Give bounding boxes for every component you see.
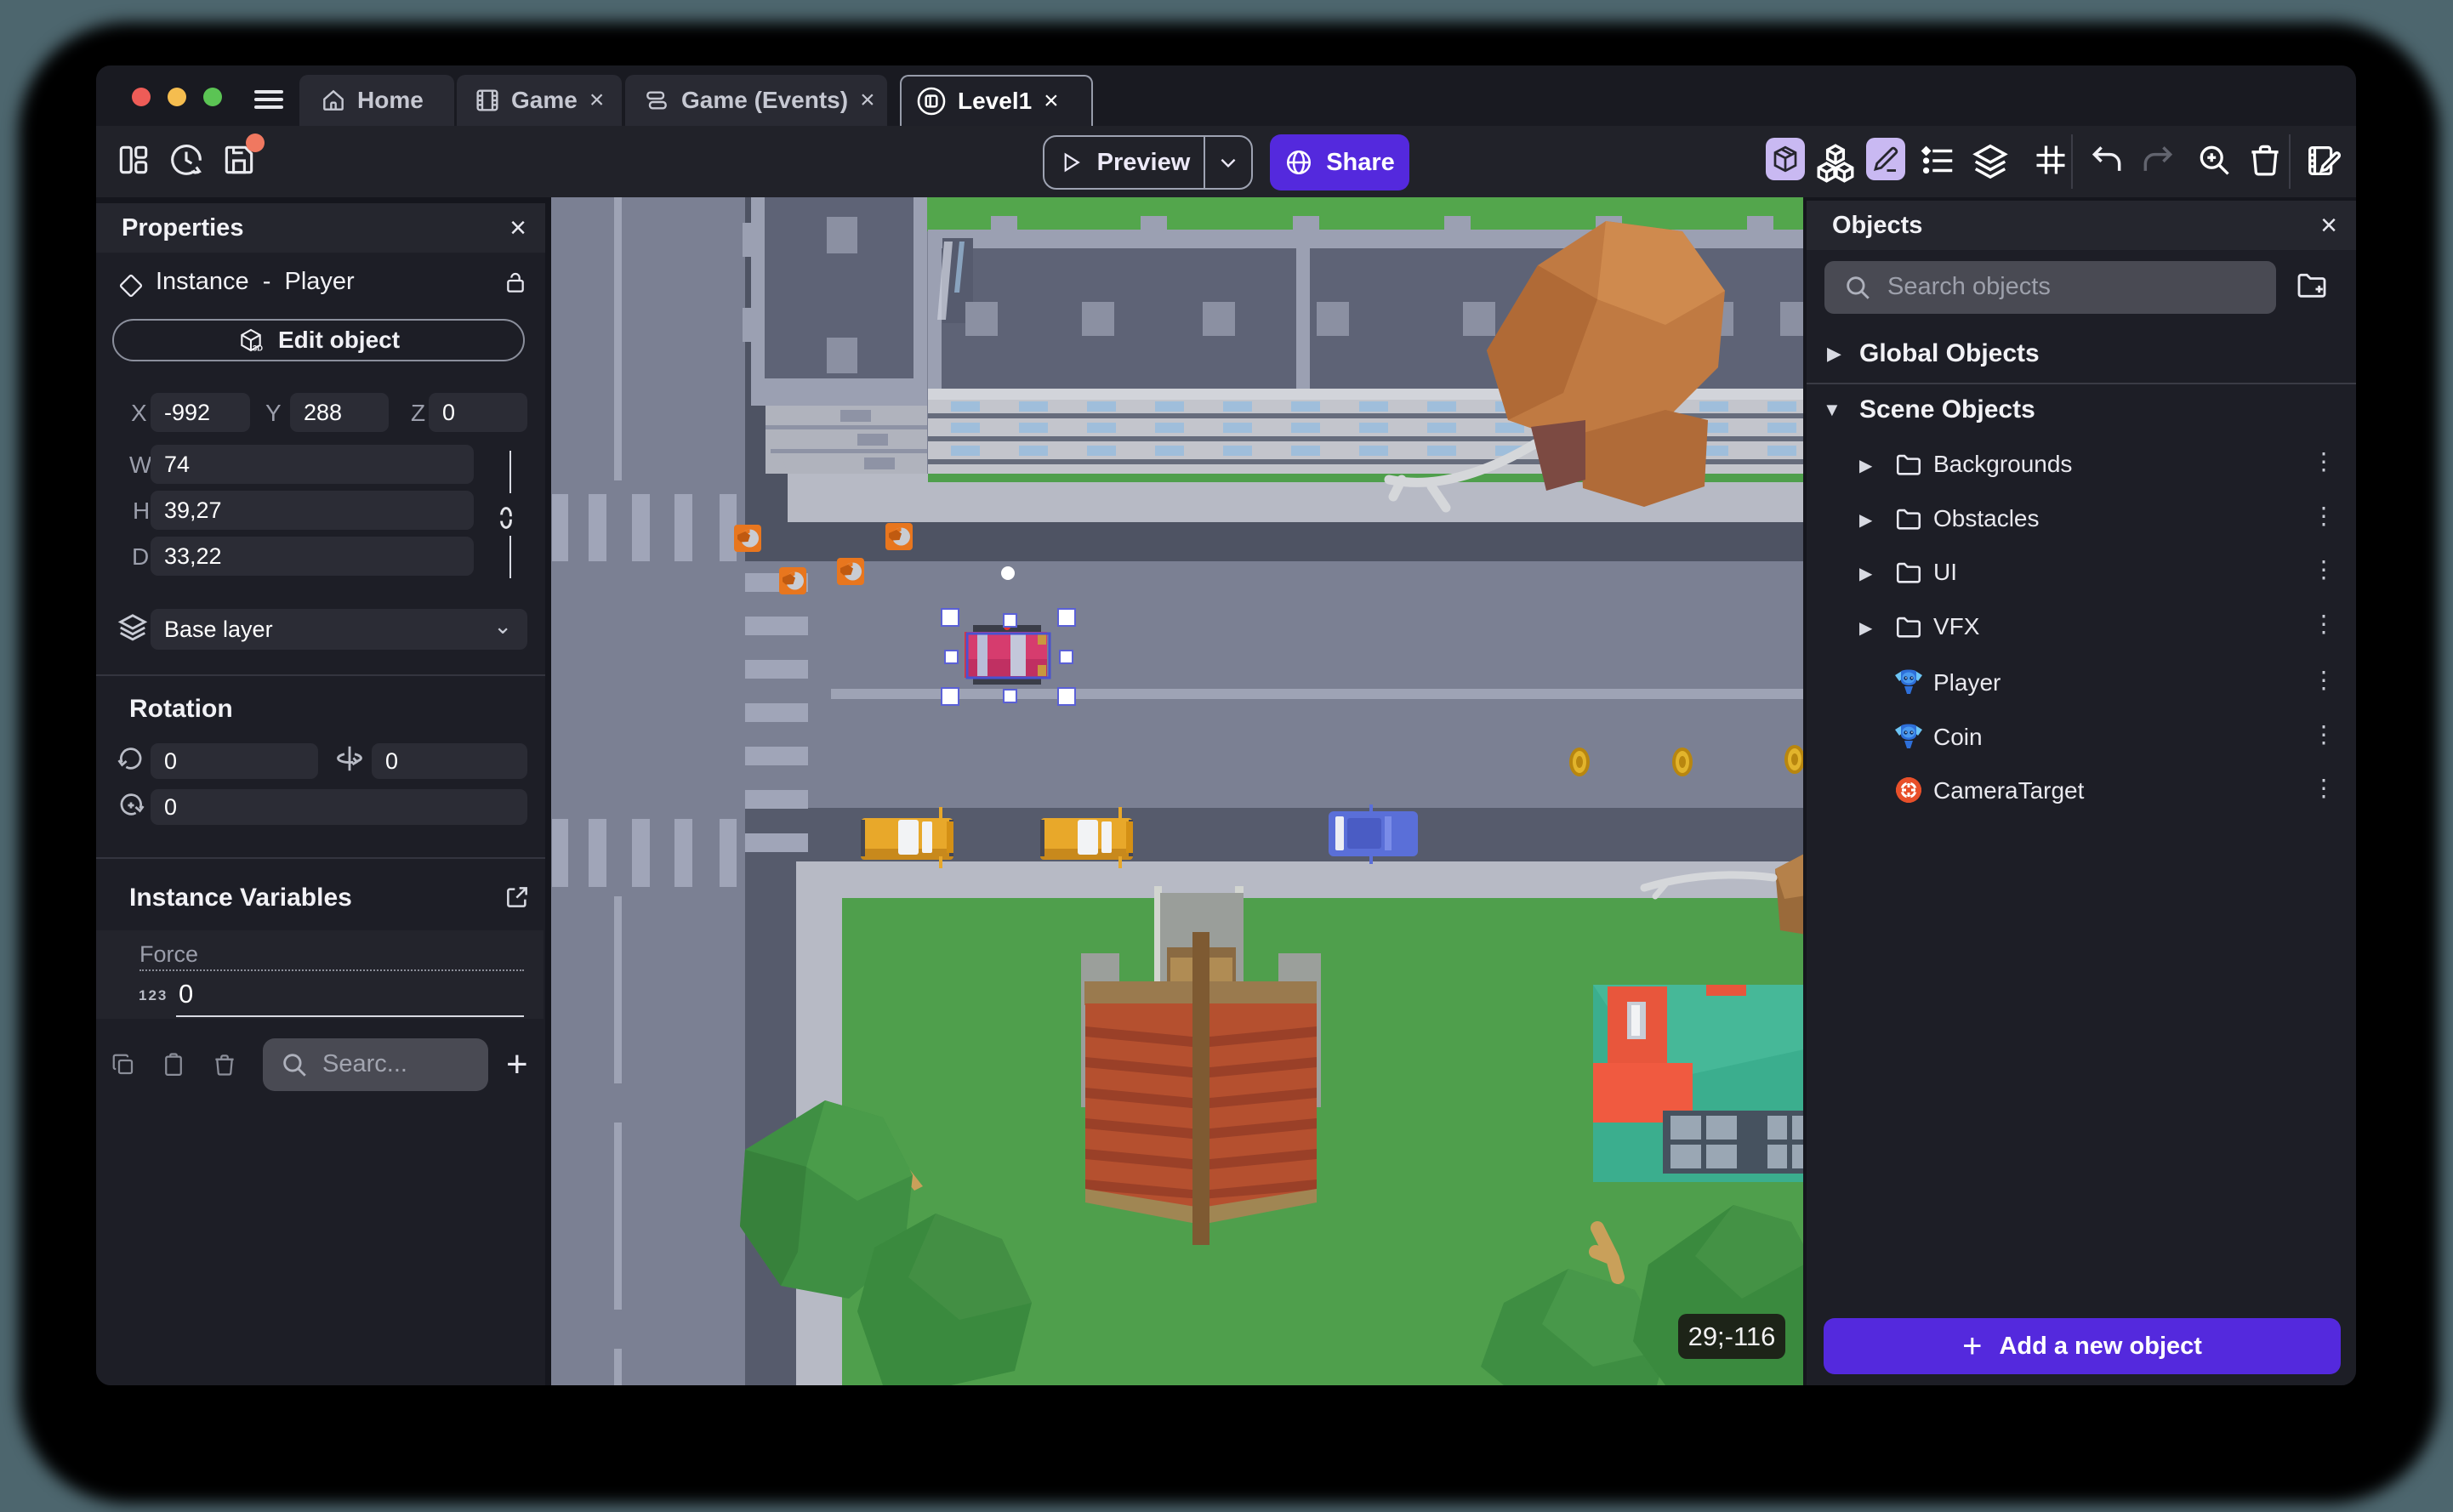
svg-text:29;-116: 29;-116: [1688, 1322, 1776, 1351]
svg-text:3D: 3D: [253, 344, 263, 353]
